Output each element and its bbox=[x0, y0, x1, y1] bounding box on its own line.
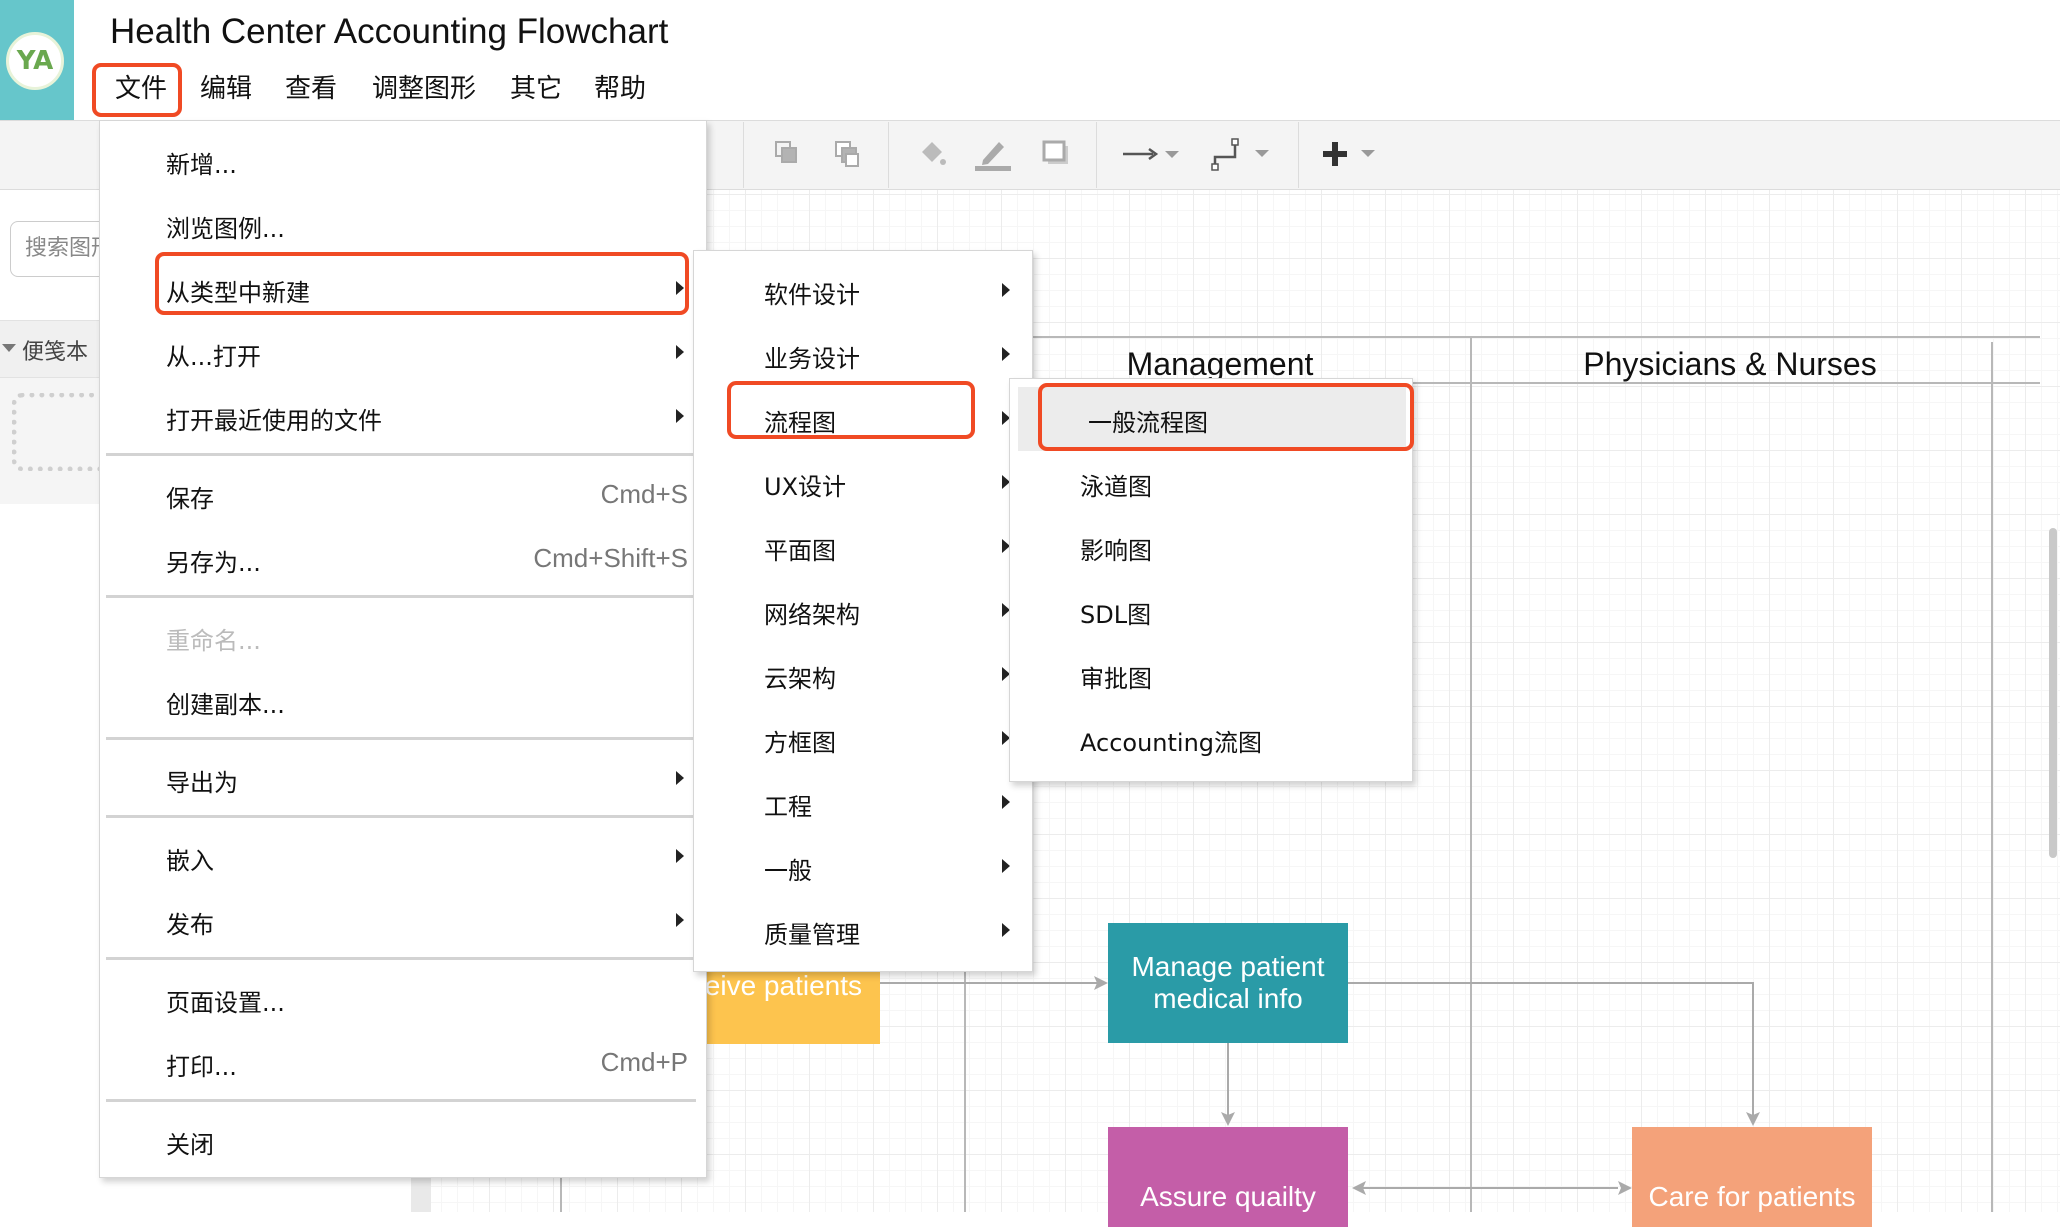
menu-item-label: 云架构 bbox=[764, 665, 836, 693]
menu-item-embed[interactable]: 嵌入 bbox=[100, 825, 706, 889]
menu-item-open-recent[interactable]: 打开最近使用的文件 bbox=[100, 385, 706, 449]
menu-separator bbox=[106, 1099, 696, 1102]
submenu-arrow-icon bbox=[676, 849, 684, 863]
submenu-arrow-icon bbox=[676, 409, 684, 423]
menu-item-label: 从...打开 bbox=[166, 343, 261, 371]
menu-item-label: 新增... bbox=[166, 151, 237, 179]
submenu-item-flowchart[interactable]: 流程图 bbox=[694, 387, 1032, 451]
node-assure-quality[interactable]: Assure quailty bbox=[1108, 1127, 1348, 1227]
menu-item-label: 影响图 bbox=[1080, 537, 1152, 565]
submenu-item-general[interactable]: 一般 bbox=[694, 835, 1032, 899]
vertical-scrollbar[interactable] bbox=[2049, 528, 2057, 858]
menu-item-browse-examples[interactable]: 浏览图例... bbox=[100, 193, 706, 257]
menu-item-label: 软件设计 bbox=[764, 281, 860, 309]
shortcut-label: Cmd+Shift+S bbox=[533, 543, 688, 573]
menu-item-label: 质量管理 bbox=[764, 921, 860, 949]
menu-item-make-copy[interactable]: 创建副本... bbox=[100, 669, 706, 733]
menu-item-label: 导出为 bbox=[166, 769, 238, 797]
menu-item-label: 嵌入 bbox=[166, 847, 214, 875]
menu-item-label: 重命名... bbox=[166, 627, 261, 655]
flowchart-submenu: 一般流程图 泳道图 影响图 SDL图 审批图 Accounting流图 bbox=[1009, 378, 1413, 782]
menu-item-label: UX设计 bbox=[764, 473, 847, 501]
submenu-item-software-design[interactable]: 软件设计 bbox=[694, 259, 1032, 323]
menu-item-label: 关闭 bbox=[166, 1131, 214, 1159]
menu-item-label: 审批图 bbox=[1080, 665, 1152, 693]
submenu-arrow-icon bbox=[1002, 347, 1010, 361]
menu-item-label: 工程 bbox=[764, 793, 812, 821]
menu-item-label: 发布 bbox=[166, 911, 214, 939]
submenu-item-network[interactable]: 网络架构 bbox=[694, 579, 1032, 643]
menu-item-label: Accounting流图 bbox=[1080, 729, 1263, 757]
menu-item-open-from[interactable]: 从...打开 bbox=[100, 321, 706, 385]
submenu-item-sdl[interactable]: SDL图 bbox=[1010, 579, 1412, 643]
menu-item-publish[interactable]: 发布 bbox=[100, 889, 706, 953]
submenu-item-business-design[interactable]: 业务设计 bbox=[694, 323, 1032, 387]
menu-item-label: 业务设计 bbox=[764, 345, 860, 373]
menu-item-label: 创建副本... bbox=[166, 691, 285, 719]
submenu-arrow-icon bbox=[1002, 795, 1010, 809]
menu-item-export-as[interactable]: 导出为 bbox=[100, 747, 706, 811]
menu-item-label: 一般 bbox=[764, 857, 812, 885]
menu-item-label: 浏览图例... bbox=[166, 215, 285, 243]
submenu-item-general-flowchart[interactable]: 一般流程图 bbox=[1018, 387, 1406, 451]
menu-item-label: 方框图 bbox=[764, 729, 836, 757]
node-care-for-patients[interactable]: Care for patients bbox=[1632, 1127, 1872, 1227]
menu-separator bbox=[106, 595, 696, 598]
menu-item-label: 泳道图 bbox=[1080, 473, 1152, 501]
submenu-item-quality-management[interactable]: 质量管理 bbox=[694, 899, 1032, 963]
shortcut-label: Cmd+S bbox=[600, 479, 688, 509]
menu-item-print[interactable]: 打印... Cmd+P bbox=[100, 1031, 706, 1095]
menu-item-save-as[interactable]: 另存为... Cmd+Shift+S bbox=[100, 527, 706, 591]
node-manage-patient-medical-info[interactable]: Manage patient medical info bbox=[1108, 923, 1348, 1043]
submenu-arrow-icon bbox=[1002, 923, 1010, 937]
menu-item-label: 保存 bbox=[166, 485, 214, 513]
menu-separator bbox=[106, 737, 696, 740]
submenu-arrow-icon bbox=[676, 345, 684, 359]
submenu-item-floor-plan[interactable]: 平面图 bbox=[694, 515, 1032, 579]
file-menu: 新增... 浏览图例... 从类型中新建 从...打开 打开最近使用的文件 保存… bbox=[99, 120, 707, 1178]
diagram-type-submenu: 软件设计 业务设计 流程图 UX设计 平面图 网络架构 云架构 方框图 工程 一… bbox=[693, 250, 1033, 972]
submenu-arrow-icon bbox=[676, 913, 684, 927]
submenu-arrow-icon bbox=[1002, 283, 1010, 297]
menu-item-label: SDL图 bbox=[1080, 601, 1152, 629]
connector-manage-to-care bbox=[1348, 982, 1754, 1118]
submenu-item-cloud[interactable]: 云架构 bbox=[694, 643, 1032, 707]
menu-item-label: 打开最近使用的文件 bbox=[166, 407, 382, 435]
menu-item-close[interactable]: 关闭 bbox=[100, 1109, 706, 1173]
menu-separator bbox=[106, 453, 696, 456]
menu-item-label: 打印... bbox=[166, 1053, 237, 1081]
menu-item-new[interactable]: 新增... bbox=[100, 129, 706, 193]
menu-item-save[interactable]: 保存 Cmd+S bbox=[100, 463, 706, 527]
arrowhead bbox=[1618, 1181, 1632, 1195]
menu-item-label: 网络架构 bbox=[764, 601, 860, 629]
menu-separator bbox=[106, 815, 696, 818]
menu-item-label: 流程图 bbox=[764, 409, 836, 437]
submenu-item-accounting-flow[interactable]: Accounting流图 bbox=[1010, 707, 1412, 771]
menu-item-label: 平面图 bbox=[764, 537, 836, 565]
menu-item-label: 从类型中新建 bbox=[166, 279, 310, 307]
submenu-arrow-icon bbox=[676, 771, 684, 785]
menu-item-label: 另存为... bbox=[166, 549, 261, 577]
menu-item-rename: 重命名... bbox=[100, 605, 706, 669]
menu-item-label: 页面设置... bbox=[166, 989, 285, 1017]
menu-separator bbox=[106, 957, 696, 960]
menu-item-page-setup[interactable]: 页面设置... bbox=[100, 967, 706, 1031]
shortcut-label: Cmd+P bbox=[600, 1047, 688, 1077]
submenu-item-approval[interactable]: 审批图 bbox=[1010, 643, 1412, 707]
submenu-item-block-diagram[interactable]: 方框图 bbox=[694, 707, 1032, 771]
submenu-arrow-icon bbox=[1002, 859, 1010, 873]
menu-item-label: 一般流程图 bbox=[1088, 409, 1208, 437]
submenu-item-swimlane[interactable]: 泳道图 bbox=[1010, 451, 1412, 515]
submenu-item-engineering[interactable]: 工程 bbox=[694, 771, 1032, 835]
submenu-arrow-icon bbox=[676, 281, 684, 295]
submenu-item-ux-design[interactable]: UX设计 bbox=[694, 451, 1032, 515]
submenu-item-influence-diagram[interactable]: 影响图 bbox=[1010, 515, 1412, 579]
menu-item-new-from-type[interactable]: 从类型中新建 bbox=[100, 257, 706, 321]
